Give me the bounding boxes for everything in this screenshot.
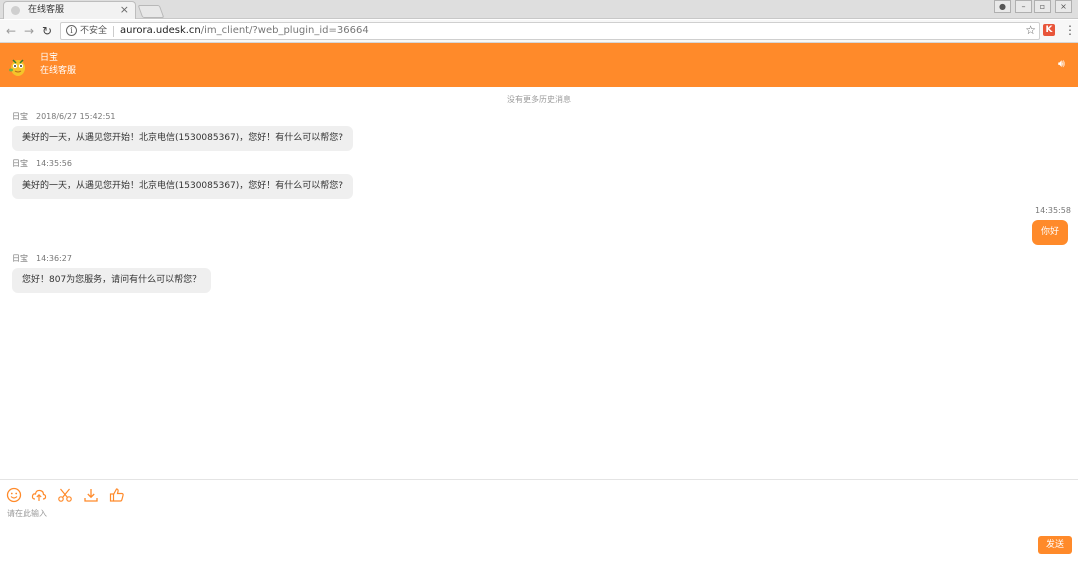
thumbs-up-icon[interactable] (109, 487, 125, 503)
profile-icon[interactable]: ● (994, 0, 1011, 13)
new-tab-button[interactable] (137, 5, 165, 18)
url-path: /im_client/?web_plugin_id=36664 (200, 25, 369, 36)
message-meta: 日宝 14:35:56 (12, 159, 72, 169)
back-icon[interactable]: ← (4, 23, 18, 39)
browser-toolbar: ← → ↻ i 不安全 aurora.udesk.cn/im_client/?w… (0, 20, 1078, 43)
smiley-icon[interactable] (6, 487, 22, 503)
app-window: 在线客服 × ● – ▫ × ← → ↻ i 不安全 aurora.udesk.… (0, 0, 1078, 561)
url-text[interactable]: aurora.udesk.cn/im_client/?web_plugin_id… (120, 24, 369, 38)
reload-icon[interactable]: ↻ (40, 23, 54, 39)
agent-message-bubble: 您好！807为您服务，请问有什么可以帮您？ (12, 268, 212, 293)
message-sender: 日宝 (12, 112, 28, 121)
message-sender: 日宝 (12, 159, 28, 168)
message-meta: 日宝 2018/6/27 15:42:51 (12, 112, 116, 122)
upload-cloud-icon[interactable] (31, 487, 47, 503)
mascot-avatar-icon (9, 59, 25, 76)
message-sender: 日宝 (12, 254, 28, 263)
message-time: 14:36:27 (36, 254, 72, 263)
security-label: 不安全 (80, 26, 108, 36)
restore-button[interactable]: ▫ (1034, 0, 1051, 13)
agent-name: 日宝 (40, 53, 59, 63)
agent-role: 在线客服 (40, 66, 77, 76)
message-meta: 日宝 14:36:27 (12, 254, 72, 264)
address-divider (113, 26, 114, 37)
message-time: 2018/6/27 15:42:51 (36, 112, 116, 121)
agent-message-bubble: 美好的一天，从遇见您开始！北京电信(1530085367)，您好！有什么可以帮您… (12, 174, 354, 199)
scissors-icon[interactable] (57, 487, 73, 503)
agent-message-bubble: 美好的一天，从遇见您开始！北京电信(1530085367)，您好！有什么可以帮您… (12, 126, 354, 151)
sound-icon[interactable]: 🔊︎ (1058, 57, 1065, 71)
browser-menu-icon[interactable]: ⋮ (1064, 23, 1076, 37)
forward-icon[interactable]: → (22, 23, 36, 39)
url-host: aurora.udesk.cn (120, 25, 201, 36)
tab-title: 在线客服 (28, 5, 65, 15)
address-bar[interactable]: i 不安全 aurora.udesk.cn/im_client/?web_plu… (60, 22, 1040, 40)
chat-header: 日宝 在线客服 🔊︎ (0, 43, 1078, 87)
extension-icon[interactable]: K (1043, 24, 1055, 36)
download-icon[interactable] (83, 487, 99, 503)
message-time: 14:35:56 (36, 159, 72, 168)
user-message-bubble: 你好 (1032, 220, 1068, 245)
close-window-button[interactable]: × (1055, 0, 1072, 13)
tab-close-icon[interactable]: × (120, 3, 129, 17)
browser-tab-strip: 在线客服 × ● – ▫ × (0, 0, 1078, 19)
info-icon[interactable]: i (66, 25, 77, 36)
browser-tab[interactable]: 在线客服 × (3, 1, 136, 19)
send-button[interactable]: 发送 (1038, 536, 1072, 554)
message-input[interactable]: 请在此输入 (7, 509, 47, 519)
composer-divider (0, 479, 1078, 480)
favicon-icon (11, 6, 20, 15)
bookmark-star-icon[interactable]: ☆ (1025, 23, 1036, 38)
user-message-time: 14:35:58 (1035, 206, 1071, 215)
history-notice: 没有更多历史消息 (507, 95, 571, 104)
minimize-button[interactable]: – (1015, 0, 1032, 13)
